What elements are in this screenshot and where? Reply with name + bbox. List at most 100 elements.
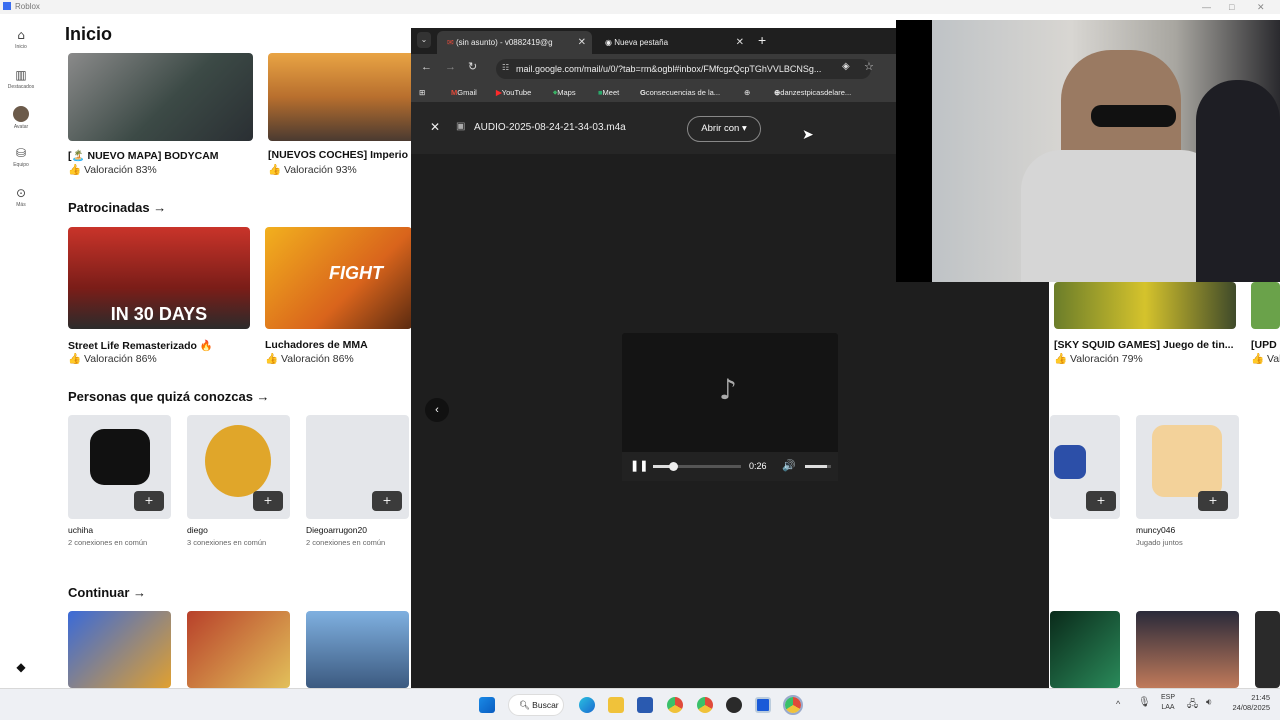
tab-new-tab[interactable]: ◉ Nueva pestaña ✕: [595, 31, 750, 54]
bookmark-maps[interactable]: ⌖ Maps: [553, 84, 576, 102]
apps-icon[interactable]: ⊞: [419, 84, 425, 102]
windows-start-icon[interactable]: [479, 697, 495, 713]
game-thumbnail-street-life[interactable]: IN 30 DAYS: [68, 227, 250, 329]
person-card[interactable]: +: [1136, 415, 1239, 519]
close-viewer-button[interactable]: ✕: [430, 120, 440, 134]
add-friend-button[interactable]: +: [134, 491, 164, 511]
add-friend-button[interactable]: +: [253, 491, 283, 511]
forward-icon[interactable]: →: [445, 61, 456, 73]
reload-icon[interactable]: ↻: [468, 60, 477, 73]
game-thumbnail[interactable]: [1255, 611, 1280, 688]
volume-slider[interactable]: [805, 465, 831, 468]
game-thumbnail-bodycam[interactable]: [68, 53, 253, 141]
home-icon: ⌂: [17, 28, 25, 42]
seek-handle[interactable]: [669, 462, 679, 471]
sidebar-item-avatar[interactable]: Avatar: [0, 106, 42, 130]
show-hidden-icons[interactable]: ^: [1116, 699, 1120, 709]
new-tab-button[interactable]: +: [758, 32, 766, 48]
section-heading-sponsored[interactable]: Patrocinadas →: [68, 200, 166, 215]
chrome-icon[interactable]: [667, 697, 683, 713]
game-thumbnail[interactable]: [1050, 611, 1120, 688]
extension-icon[interactable]: ◈: [842, 61, 850, 72]
previous-button[interactable]: ‹: [425, 398, 449, 422]
microphone-icon[interactable]: 🎙︎: [1138, 697, 1151, 708]
network-icon[interactable]: 🖧︎: [1187, 697, 1198, 714]
person-name[interactable]: uchiha: [68, 525, 93, 535]
thumbs-up-icon: 👍: [68, 353, 84, 365]
maximize-button[interactable]: □: [1229, 0, 1234, 14]
bookmark-gmail[interactable]: M Gmail: [451, 84, 477, 102]
taskbar-search[interactable]: 🔍︎ Buscar: [508, 694, 564, 716]
window-title: Roblox: [15, 2, 40, 11]
minimize-button[interactable]: —: [1202, 0, 1211, 14]
game-thumbnail[interactable]: [187, 611, 290, 688]
store-icon[interactable]: [637, 697, 653, 713]
back-icon[interactable]: ←: [421, 61, 432, 73]
open-with-button[interactable]: Abrir con ▾: [687, 116, 761, 142]
add-friend-button[interactable]: +: [1198, 491, 1228, 511]
chrome-profile-icon[interactable]: [697, 697, 713, 713]
section-heading-continue[interactable]: Continuar →: [68, 585, 146, 600]
tab-gmail[interactable]: ✉ (sin asunto) - v0882419@g ✕: [437, 31, 592, 54]
sidebar-item-mas[interactable]: ⊙ Más: [0, 186, 42, 208]
volume-icon[interactable]: 🔊: [782, 459, 796, 472]
section-heading-people[interactable]: Personas que quizá conozcas →: [68, 389, 270, 404]
avatar: [205, 425, 271, 497]
game-title[interactable]: [SKY SQUID GAMES] Juego de tin...: [1054, 339, 1239, 351]
game-thumbnail-mma[interactable]: FIGHT: [265, 227, 412, 329]
game-title[interactable]: Street Life Remasterizado 🔥: [68, 339, 213, 352]
chrome-active-icon[interactable]: [783, 695, 803, 715]
pause-button[interactable]: ❚❚: [630, 459, 648, 472]
person-name[interactable]: diego: [187, 525, 208, 535]
globe-icon[interactable]: ⊕: [744, 84, 750, 102]
close-window-button[interactable]: ✕: [1257, 0, 1265, 14]
clock[interactable]: 21:45 24/08/2025: [1226, 693, 1270, 713]
person-card[interactable]: +: [68, 415, 171, 519]
person-card[interactable]: +: [306, 415, 409, 519]
app-icon[interactable]: [726, 697, 742, 713]
game-title[interactable]: [UPD: [1251, 339, 1280, 351]
add-friend-button[interactable]: +: [372, 491, 402, 511]
gmail-icon: ✉: [447, 38, 456, 47]
bookmark-youtube[interactable]: ▶ YouTube: [496, 84, 531, 102]
sidebar: ⌂ Inicio ▥ Destacados Avatar ⛁ Equipo ⊙ Más …: [0, 14, 42, 688]
game-thumbnail[interactable]: [68, 611, 171, 688]
close-tab-icon[interactable]: ✕: [736, 31, 744, 54]
person-name[interactable]: muncy046: [1136, 525, 1175, 535]
volume-tray-icon[interactable]: 🔉︎: [1206, 697, 1212, 708]
seek-bar[interactable]: [653, 462, 741, 471]
bookmark-star-icon[interactable]: ☆: [864, 60, 874, 73]
tab-search-button[interactable]: ⌄: [417, 32, 431, 48]
game-title[interactable]: [NUEVOS COCHES] Imperio: [268, 149, 410, 161]
bookmark-consecuencias[interactable]: G consecuencias de la...: [640, 84, 720, 102]
dropdown-arrow-icon: ▾: [741, 123, 747, 134]
player-controls: ❚❚ 0:26 🔊: [622, 452, 838, 481]
music-note-icon: ♪: [719, 373, 737, 406]
game-title[interactable]: Luchadores de MMA: [265, 339, 368, 351]
site-info-icon[interactable]: ☷: [502, 63, 509, 72]
close-tab-icon[interactable]: ✕: [578, 31, 586, 54]
game-title[interactable]: [🏝️ NUEVO MAPA] BODYCAM: [68, 149, 253, 162]
sidebar-item-destacados[interactable]: ▥ Destacados: [0, 68, 42, 90]
sidebar-item-inicio[interactable]: ⌂ Inicio: [0, 28, 42, 50]
language-indicator[interactable]: ESP LAA: [1157, 693, 1179, 713]
game-thumbnail-upd[interactable]: [1251, 282, 1280, 329]
person-card[interactable]: +: [187, 415, 290, 519]
game-thumbnail[interactable]: [306, 611, 409, 688]
file-name: AUDIO-2025-08-24-21-34-03.m4a: [474, 122, 626, 133]
bookmark-meet[interactable]: ■ Meet: [598, 84, 619, 102]
roblox-studio-icon[interactable]: ◆: [0, 660, 42, 676]
game-thumbnail-sky-squid[interactable]: [1054, 282, 1236, 329]
bookmark-danzestpicas[interactable]: ⊕ danzestpicasdelare...: [774, 84, 851, 102]
file-explorer-icon[interactable]: [608, 697, 624, 713]
add-friend-button[interactable]: +: [1086, 491, 1116, 511]
edge-icon[interactable]: [579, 697, 595, 713]
person-mutual: 2 conexiones en común: [68, 538, 148, 547]
person-card[interactable]: +: [1050, 415, 1120, 519]
roblox-taskbar-icon[interactable]: [755, 697, 771, 713]
person-name[interactable]: Diegoarrugon20: [306, 525, 367, 535]
url-input[interactable]: mail.google.com/mail/u/0/?tab=rm&ogbl#in…: [496, 59, 871, 79]
sidebar-item-equipo[interactable]: ⛁ Equipo: [0, 146, 42, 168]
inventory-icon: ⛁: [15, 146, 27, 160]
game-thumbnail[interactable]: [1136, 611, 1239, 688]
